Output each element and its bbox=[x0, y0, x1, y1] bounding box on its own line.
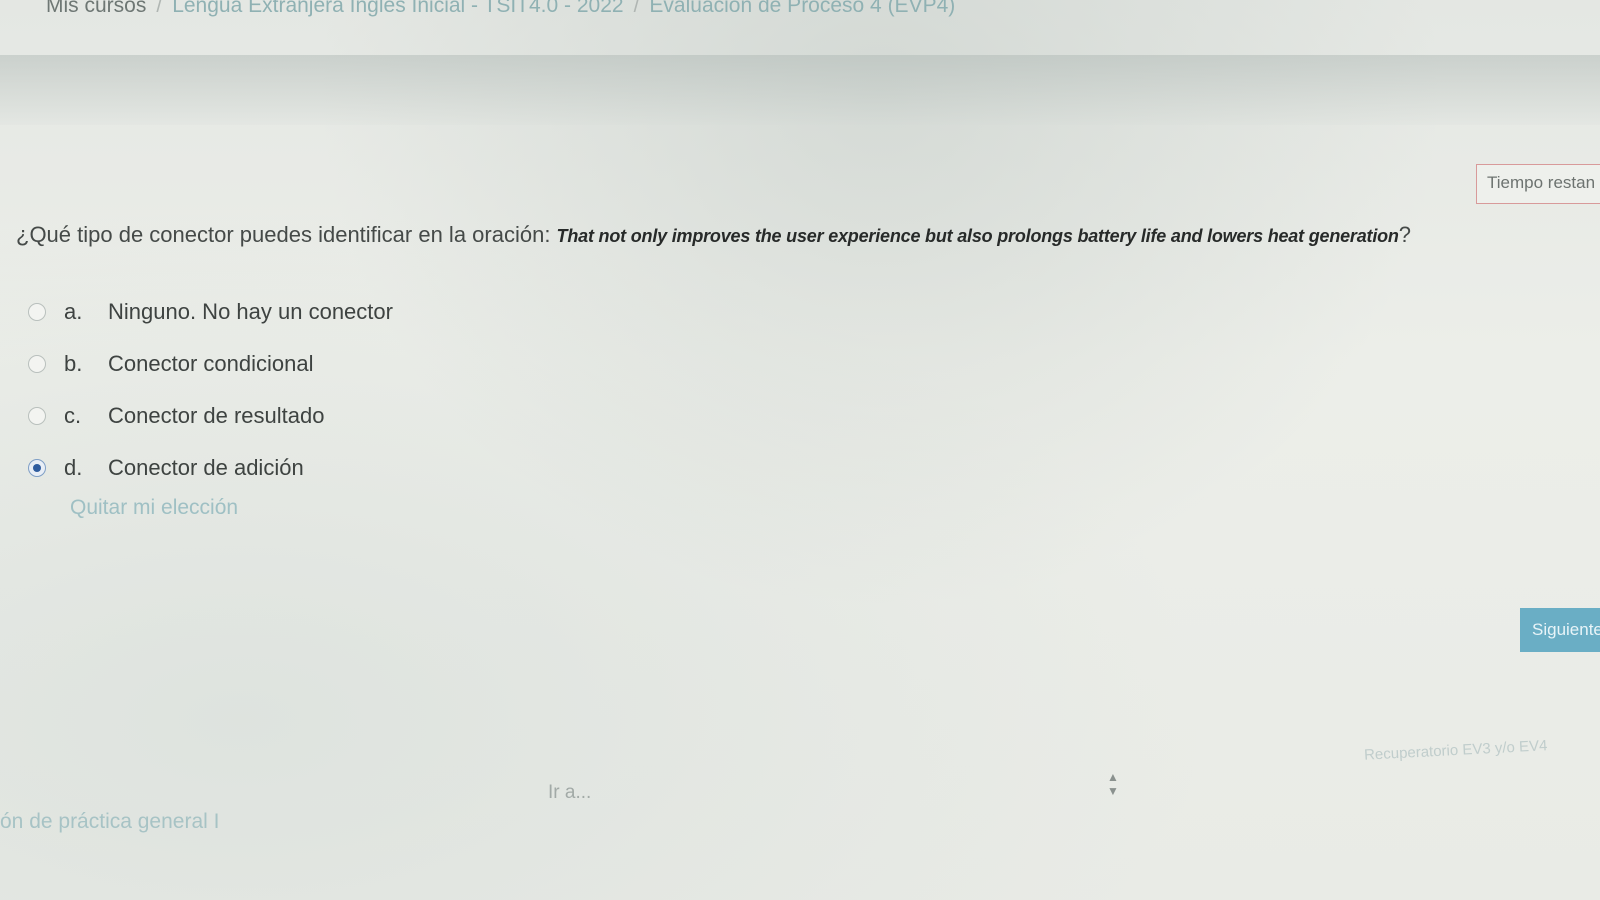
answer-option-c[interactable]: c. Conector de resultado bbox=[28, 396, 393, 436]
answer-letter: c. bbox=[64, 403, 82, 428]
time-remaining-label: Tiempo restan bbox=[1487, 173, 1596, 192]
breadcrumb-course[interactable]: Lengua Extranjera Inglés Inicial - TSIT4… bbox=[172, 0, 623, 17]
next-activity-link[interactable]: Recuperatorio EV3 y/o EV4 bbox=[1364, 737, 1548, 764]
jump-to-select[interactable]: Ir a... bbox=[548, 782, 591, 804]
question-mark: ? bbox=[1398, 222, 1411, 247]
answer-text: Conector de adición bbox=[108, 455, 304, 480]
answer-text: Conector condicional bbox=[108, 351, 314, 376]
breadcrumb: Mis cursos / Lengua Extranjera Inglés Inic… bbox=[46, 0, 955, 18]
answer-option-a[interactable]: a. Ninguno. No hay un conector bbox=[28, 292, 393, 332]
radio-button[interactable] bbox=[28, 303, 46, 321]
answer-letter: d. bbox=[64, 455, 83, 480]
breadcrumb-my-courses[interactable]: Mis cursos bbox=[46, 0, 146, 17]
answer-option-d[interactable]: d. Conector de adición bbox=[28, 448, 393, 488]
answer-letter: a. bbox=[64, 299, 83, 324]
select-arrows-icon[interactable]: ▲ ▼ bbox=[1107, 770, 1119, 798]
clear-choice-link[interactable]: Quitar mi elección bbox=[70, 496, 238, 520]
answer-options: a. Ninguno. No hay un conector b. Conect… bbox=[28, 292, 393, 500]
breadcrumb-quiz[interactable]: Evaluación de Proceso 4 (EVP4) bbox=[649, 0, 955, 17]
question-text: ¿Qué tipo de conector puedes identificar… bbox=[16, 222, 1596, 248]
answer-text: Conector de resultado bbox=[108, 403, 325, 428]
time-remaining-box: Tiempo restan bbox=[1476, 164, 1600, 204]
breadcrumb-separator: / bbox=[633, 0, 640, 17]
answer-option-b[interactable]: b. Conector condicional bbox=[28, 344, 393, 384]
radio-button-selected[interactable] bbox=[28, 459, 46, 477]
next-button[interactable]: Siguiente bbox=[1520, 608, 1600, 652]
radio-button[interactable] bbox=[28, 407, 46, 425]
answer-letter: b. bbox=[64, 351, 83, 376]
header-band bbox=[0, 55, 1600, 125]
radio-button[interactable] bbox=[28, 355, 46, 373]
question-prompt: ¿Qué tipo de conector puedes identificar… bbox=[16, 222, 557, 247]
answer-text: Ninguno. No hay un conector bbox=[108, 299, 393, 324]
previous-activity-link[interactable]: ón de práctica general I bbox=[0, 810, 219, 834]
question-sentence: That not only improves the user experien… bbox=[556, 226, 1399, 246]
breadcrumb-separator: / bbox=[156, 0, 163, 17]
